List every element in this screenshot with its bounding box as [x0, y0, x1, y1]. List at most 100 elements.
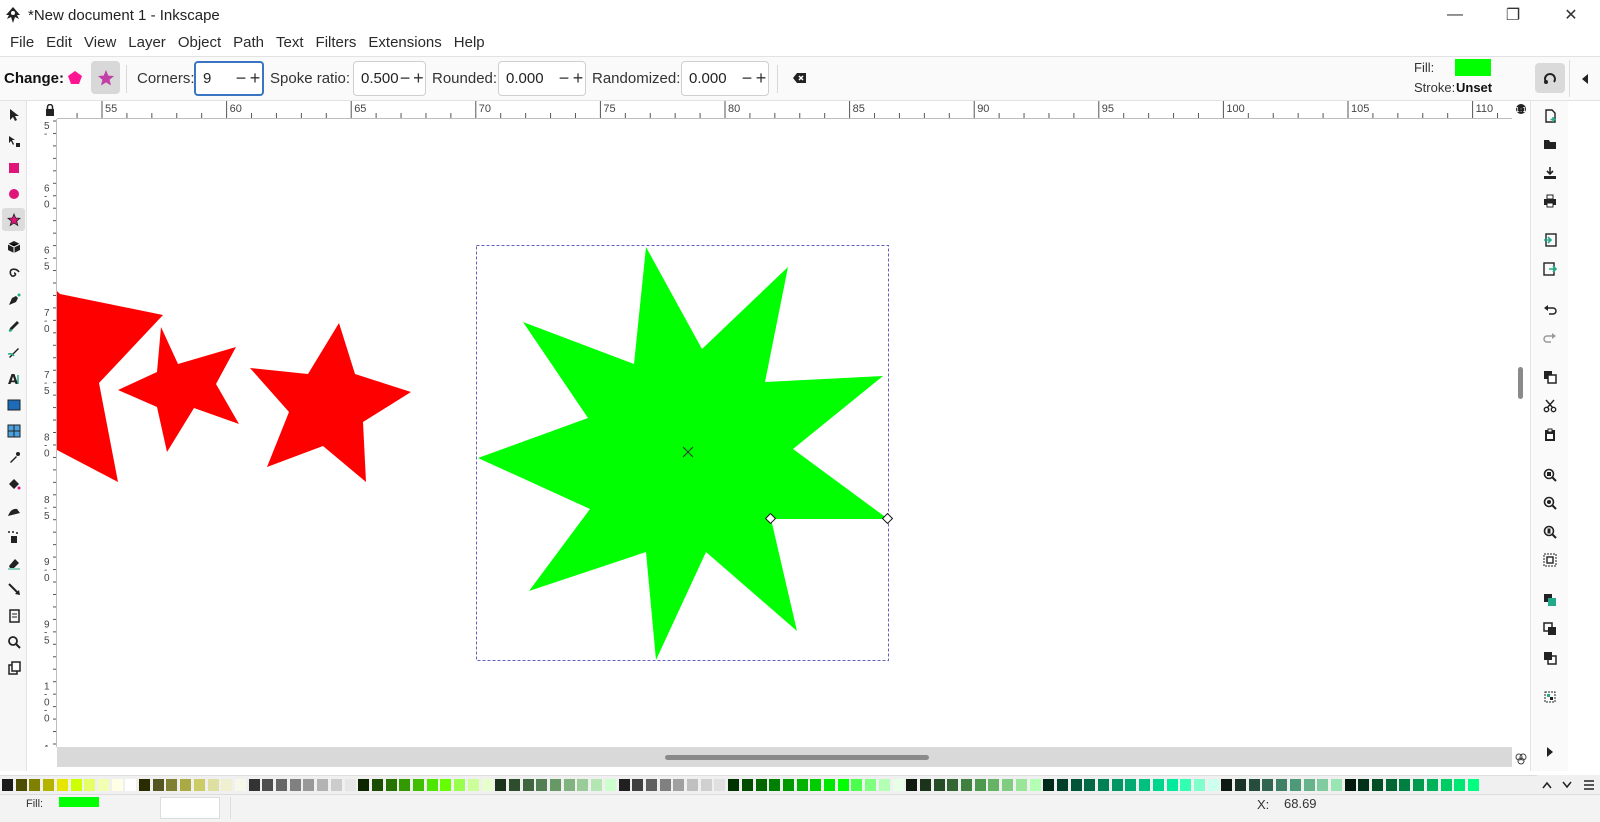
stroke-indicator-value[interactable]: Unset: [1456, 80, 1492, 95]
zoom-page-icon[interactable]: [1540, 522, 1560, 542]
paint-bucket-tool-button[interactable]: [2, 472, 25, 495]
copy-icon[interactable]: [1540, 367, 1560, 387]
palette-swatch[interactable]: [180, 779, 192, 791]
zoom-center-icon[interactable]: [1540, 550, 1560, 570]
palette-swatch[interactable]: [152, 779, 164, 791]
palette-swatch[interactable]: [467, 779, 479, 791]
palette-swatch[interactable]: [1440, 779, 1452, 791]
palette-swatch[interactable]: [139, 779, 150, 791]
undo-icon[interactable]: [1540, 299, 1560, 319]
fill-indicator-swatch[interactable]: [1455, 59, 1491, 76]
menu-path[interactable]: Path: [227, 30, 270, 56]
palette-swatch[interactable]: [755, 779, 767, 791]
gradient-tool-button[interactable]: [2, 393, 25, 416]
palette-swatch[interactable]: [56, 779, 68, 791]
palette-swatch[interactable]: [70, 779, 82, 791]
palette-swatch[interactable]: [824, 779, 835, 791]
palette-swatch[interactable]: [97, 779, 109, 791]
mesh-tool-button[interactable]: [2, 419, 25, 442]
palette-swatch[interactable]: [234, 779, 246, 791]
palette-swatch[interactable]: [262, 779, 274, 791]
palette-swatch[interactable]: [303, 779, 315, 791]
palette-swatch[interactable]: [837, 779, 849, 791]
menu-text[interactable]: Text: [270, 30, 310, 56]
restore-button[interactable]: ❐: [1484, 0, 1542, 30]
palette-swatch[interactable]: [1139, 779, 1151, 791]
spiral-tool-button[interactable]: [2, 261, 25, 284]
palette-swatch[interactable]: [2, 779, 13, 791]
menu-file[interactable]: File: [4, 30, 40, 56]
palette-swatch[interactable]: [1043, 779, 1055, 791]
save-icon[interactable]: [1540, 163, 1560, 183]
corners-value[interactable]: 9: [196, 70, 234, 87]
palette-swatch[interactable]: [289, 779, 301, 791]
palette-swatch[interactable]: [358, 779, 370, 791]
open-icon[interactable]: [1540, 134, 1560, 154]
palette-swatch[interactable]: [317, 779, 329, 791]
palette-swatch[interactable]: [413, 779, 424, 791]
spray-tool-button[interactable]: [2, 525, 25, 548]
palette-swatch[interactable]: [508, 779, 520, 791]
palette-swatch[interactable]: [1015, 779, 1027, 791]
palette-swatch[interactable]: [1221, 779, 1233, 791]
palette-swatch[interactable]: [947, 779, 959, 791]
node-tool-button[interactable]: [2, 129, 25, 152]
polygon-mode-icon[interactable]: [66, 69, 84, 87]
ruler-lock-icon[interactable]: [42, 101, 57, 119]
close-button[interactable]: ✕: [1542, 0, 1600, 30]
export-icon[interactable]: [1540, 259, 1560, 279]
palette-swatch[interactable]: [1454, 779, 1466, 791]
palette-swatch[interactable]: [769, 779, 781, 791]
palette-swatch[interactable]: [550, 779, 561, 791]
palette-swatch[interactable]: [385, 779, 397, 791]
palette-swatch[interactable]: [1207, 779, 1219, 791]
menu-layer[interactable]: Layer: [122, 30, 172, 56]
rounded-value[interactable]: 0.000: [499, 70, 557, 87]
color-management-icon[interactable]: [1513, 751, 1529, 767]
palette-scroll-down-icon[interactable]: [1562, 781, 1573, 789]
more-icon[interactable]: [1540, 742, 1560, 762]
palette-swatch[interactable]: [1399, 779, 1411, 791]
palette-swatch[interactable]: [700, 779, 712, 791]
palette-swatch[interactable]: [371, 779, 383, 791]
snap-toggle-icon[interactable]: [1535, 63, 1565, 93]
duplicate-icon[interactable]: [1540, 590, 1560, 610]
status-layer-selector[interactable]: [230, 797, 350, 819]
status-opacity-field[interactable]: [160, 797, 220, 819]
vertical-scroll-thumb[interactable]: [1518, 367, 1523, 399]
palette-swatch[interactable]: [577, 779, 589, 791]
pen-tool-button[interactable]: [2, 288, 25, 311]
pages-tool-button[interactable]: [2, 604, 25, 627]
status-fill-swatch[interactable]: [59, 797, 99, 807]
palette-swatch[interactable]: [111, 779, 123, 791]
palette-swatch[interactable]: [1426, 779, 1438, 791]
palette-swatch[interactable]: [1193, 779, 1205, 791]
palette-swatch[interactable]: [1098, 779, 1109, 791]
palette-swatch[interactable]: [1248, 779, 1260, 791]
palette-swatch[interactable]: [454, 779, 466, 791]
spoke-ratio-spinbox[interactable]: 0.500 − +: [353, 61, 426, 96]
palette-swatch[interactable]: [974, 779, 986, 791]
palette-swatch[interactable]: [1385, 779, 1397, 791]
rounded-increment-button[interactable]: +: [571, 68, 585, 89]
palette-swatch[interactable]: [865, 779, 877, 791]
zoom-tool-button[interactable]: [2, 630, 25, 653]
star-tool-button[interactable]: [2, 208, 25, 231]
minimize-button[interactable]: —: [1426, 0, 1484, 30]
palette-swatch[interactable]: [344, 779, 356, 791]
palette-swatch[interactable]: [919, 779, 931, 791]
eraser-tool-button[interactable]: [2, 551, 25, 574]
palette-swatch[interactable]: [810, 779, 822, 791]
redo-icon[interactable]: [1540, 327, 1560, 347]
palette-swatch[interactable]: [796, 779, 808, 791]
palette-swatch[interactable]: [604, 779, 616, 791]
palette-swatch[interactable]: [1344, 779, 1356, 791]
randomized-value[interactable]: 0.000: [682, 70, 740, 87]
palette-swatch[interactable]: [782, 779, 794, 791]
red-star-medium[interactable]: [250, 323, 411, 482]
randomized-increment-button[interactable]: +: [754, 68, 768, 89]
palette-swatch[interactable]: [1056, 779, 1068, 791]
clone-icon[interactable]: [1540, 619, 1560, 639]
palette-swatch[interactable]: [591, 779, 603, 791]
menu-filters[interactable]: Filters: [310, 30, 363, 56]
